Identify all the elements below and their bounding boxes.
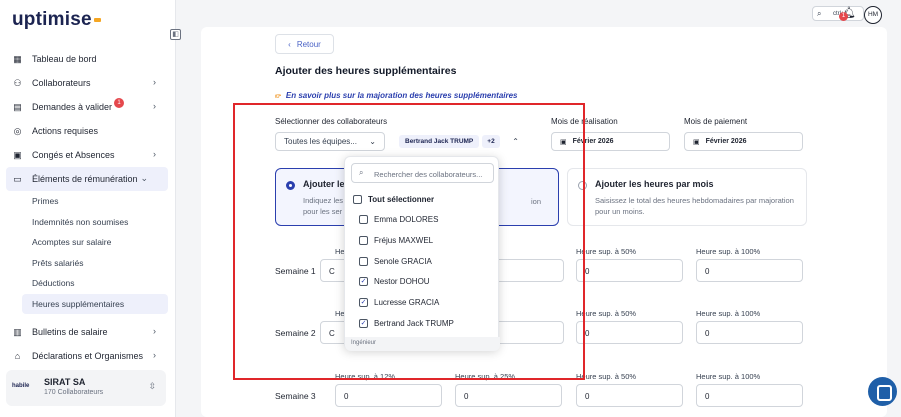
option-title: Ajouter les heures par mois	[595, 179, 714, 189]
column-label-50: Heure sup. à 50%	[576, 372, 637, 381]
sidebar-item-collaborateurs[interactable]: ⚇ Collaborateurs ›	[0, 71, 176, 95]
company-switcher[interactable]: habile SIRAT SA 170 Collaborateurs ⇳	[6, 370, 166, 406]
week-label: Semaine 3	[275, 391, 316, 401]
sidebar-item-bulletins[interactable]: ▥ Bulletins de salaire ›	[0, 320, 176, 344]
check-circle-icon: ◎	[13, 125, 22, 136]
column-label-100: Heure sup. à 100%	[696, 372, 761, 381]
sidebar-subitem-indemnites[interactable]: Indemnités non soumises	[0, 212, 176, 233]
hours-input-50[interactable]: 0	[576, 259, 683, 282]
hours-input-25[interactable]: 0	[455, 384, 562, 407]
highlight-box	[233, 103, 585, 380]
option-by-month[interactable]: Ajouter les heures par mois Saisissez le…	[567, 168, 807, 226]
company-logo: habile	[12, 383, 30, 389]
back-button[interactable]: ‹ Retour	[275, 34, 334, 54]
page-title: Ajouter des heures supplémentaires	[275, 65, 457, 77]
sidebar-subitem-label: Prêts salariés	[32, 257, 84, 268]
sidebar-item-demandes[interactable]: ▤ Demandes à valider 1 ›	[0, 95, 176, 119]
building-icon: ⌂	[14, 351, 21, 361]
wallet-icon: ▭	[13, 173, 22, 184]
column-label-50: Heure sup. à 50%	[576, 309, 637, 318]
app-logo[interactable]: uptimise	[12, 9, 101, 31]
chevron-right-icon: ›	[153, 77, 156, 87]
sidebar-item-label: Déclarations et Organismes	[32, 351, 144, 361]
sidebar-item-actions[interactable]: ◎ Actions requises	[0, 119, 176, 143]
chevron-right-icon: ›	[153, 149, 156, 159]
company-name: SIRAT SA	[44, 377, 86, 387]
avatar[interactable]: HM	[864, 6, 882, 24]
calendar-icon: ▣	[693, 138, 700, 146]
sidebar-subitem-heures-sup[interactable]: Heures supplémentaires	[22, 293, 168, 314]
people-icon: ⚇	[13, 77, 22, 88]
chat-icon[interactable]	[868, 377, 897, 406]
payment-month-label: Mois de paiement	[684, 117, 748, 126]
payment-month-picker[interactable]: ▣ Février 2026	[684, 132, 803, 151]
payslip-icon: ▥	[13, 326, 22, 337]
chevron-updown-icon: ⇳	[148, 381, 156, 391]
info-link-label: En savoir plus sur la majoration des heu…	[285, 91, 518, 100]
sidebar-subitem-prets[interactable]: Prêts salariés	[0, 253, 176, 274]
sidebar-nav: ▦ Tableau de bord ⚇ Collaborateurs › ▤ Deman…	[0, 47, 176, 368]
pointing-hand-icon: 👉︎	[275, 91, 281, 100]
hours-input-12[interactable]: 0	[335, 384, 442, 407]
sidebar-item-declarations[interactable]: ⌂ Déclarations et Organismes ›	[0, 344, 176, 368]
notification-badge: 1	[839, 12, 848, 21]
sidebar-subitem-label: Heures supplémentaires	[32, 298, 125, 309]
chevron-right-icon: ›	[153, 326, 156, 336]
calendar-icon: ▣	[13, 149, 22, 160]
payment-month-value: Février 2026	[705, 138, 747, 145]
sidebar-item-label: Bulletins de salaire	[32, 327, 108, 337]
sidebar-item-label: Éléments de rémunération	[32, 174, 138, 184]
sidebar: uptimise ▦ Tableau de bord ⚇ Collaborateur…	[0, 0, 176, 417]
chevron-left-icon: ‹	[288, 39, 291, 49]
company-count: 170 Collaborateurs	[44, 389, 104, 396]
sidebar-item-label: Demandes à valider	[32, 102, 113, 112]
sidebar-item-label: Tableau de bord	[32, 54, 97, 64]
sidebar-subitem-primes[interactable]: Primes	[0, 191, 176, 212]
sidebar-subitem-deductions[interactable]: Déductions	[0, 273, 176, 294]
hours-input-100[interactable]: 0	[696, 259, 803, 282]
inbox-icon: ▤	[13, 101, 22, 112]
hours-input-100[interactable]: 0	[696, 321, 803, 344]
chevron-right-icon: ›	[153, 101, 156, 111]
notification-badge: 1	[114, 98, 125, 108]
sidebar-subitem-label: Indemnités non soumises	[32, 216, 129, 227]
sidebar-item-conges[interactable]: ▣ Congés et Absences ›	[0, 143, 176, 167]
search-icon: ⌕	[817, 9, 822, 18]
column-label-100: Heure sup. à 100%	[696, 309, 761, 318]
hours-input-50[interactable]: 0	[576, 321, 683, 344]
chevron-right-icon: ›	[153, 350, 156, 360]
option-description: Saisissez le total des heures hebdomadai…	[595, 196, 794, 216]
chevron-down-icon: ⌄	[140, 173, 148, 183]
collapse-sidebar-icon[interactable]: ◧	[170, 29, 181, 40]
column-label-50: Heure sup. à 50%	[576, 247, 637, 256]
hours-input-100[interactable]: 0	[696, 384, 803, 407]
sidebar-subitem-label: Primes	[32, 196, 59, 207]
dashboard-icon: ▦	[13, 53, 22, 64]
sidebar-item-remuneration[interactable]: ▭ Éléments de rémunération ⌄	[6, 167, 168, 191]
sidebar-subitem-label: Déductions	[32, 278, 75, 289]
search-button[interactable]: ⌕ctrl+k	[812, 6, 864, 21]
sidebar-item-label: Actions requises	[32, 126, 99, 136]
back-label: Retour	[296, 39, 321, 49]
hours-input-50[interactable]: 0	[576, 384, 683, 407]
sidebar-item-dashboard[interactable]: ▦ Tableau de bord	[0, 47, 176, 71]
sidebar-item-label: Collaborateurs	[32, 78, 91, 88]
sidebar-subitem-label: Acomptes sur salaire	[32, 237, 112, 248]
sidebar-subitem-acomptes[interactable]: Acomptes sur salaire	[0, 232, 176, 253]
sidebar-item-label: Congés et Absences	[32, 150, 115, 160]
info-link[interactable]: 👉︎ En savoir plus sur la majoration des h…	[275, 91, 518, 101]
column-label-100: Heure sup. à 100%	[696, 247, 761, 256]
